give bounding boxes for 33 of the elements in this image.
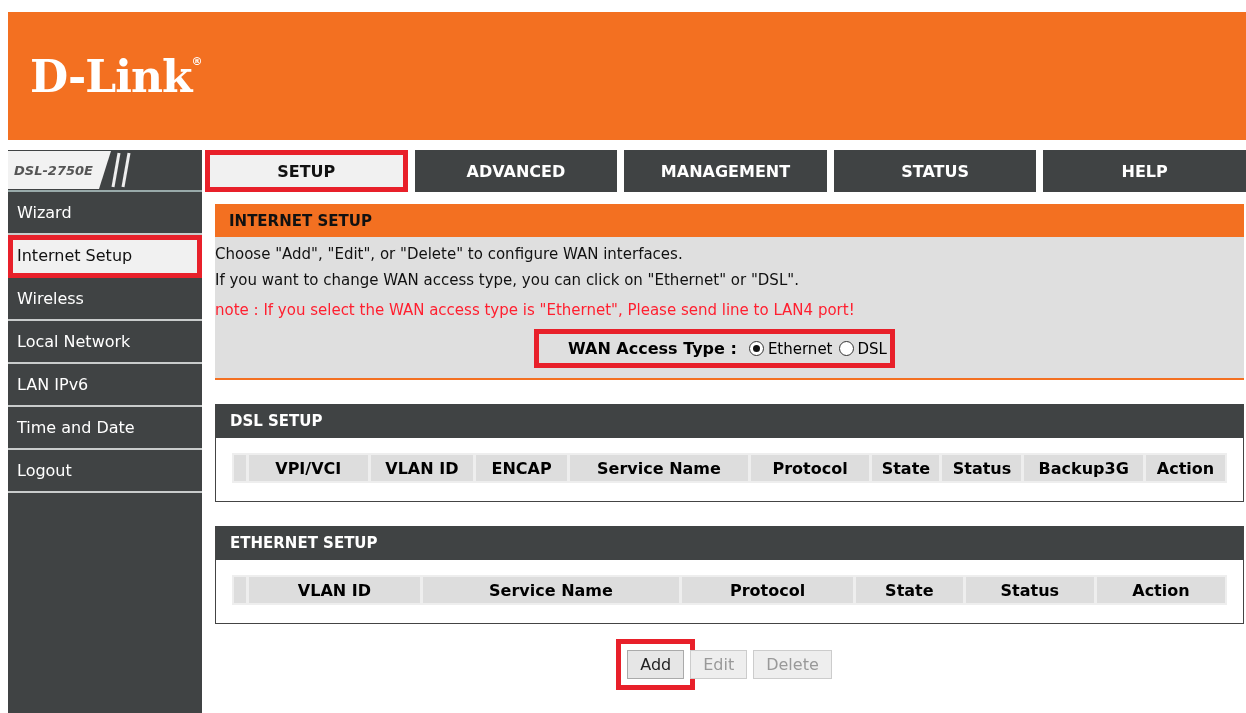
column-header: Status [965,577,1094,603]
column-header: VPI/VCI [249,455,368,481]
nav-tab[interactable]: ADVANCED [414,150,618,192]
nav-tab[interactable]: STATUS [833,150,1037,192]
column-header: Action [1096,577,1225,603]
panel-title: ETHERNET SETUP [216,526,1243,560]
radio-button[interactable] [838,341,854,356]
sidebar-item[interactable]: Internet Setup [8,235,202,278]
column-header: Action [1146,455,1225,481]
column-header: Protocol [750,455,870,481]
column-header: Protocol [682,577,853,603]
nav-tab[interactable]: SETUP [205,150,408,192]
nav-tab[interactable]: MANAGEMENT [624,150,827,192]
column-header: VLAN ID [370,455,474,481]
column-header: VLAN ID [249,577,420,603]
info-text: If you want to change WAN access type, you can click on "Ethernet" or "DSL". [215,271,800,289]
column-header: ENCAP [476,455,568,481]
column-header: Service Name [570,455,748,481]
radio-option[interactable]: Ethernet [748,339,833,358]
column-header: State [872,455,940,481]
column-header: Status [942,455,1022,481]
wan-access-label: WAN Access Type : [568,339,737,358]
column-header: Backup3G [1024,455,1143,481]
brand-logo: D-Link® [30,50,202,102]
section-title: INTERNET SETUP [215,204,1244,237]
info-text: Choose "Add", "Edit", or "Delete" to configure WAN interfaces. [215,245,684,263]
nav-tab[interactable]: HELP [1043,150,1246,192]
column-header: Service Name [422,577,680,603]
column-header: State [855,577,963,603]
radio-option[interactable]: DSL [838,339,887,358]
panel-title: DSL SETUP [216,404,1243,438]
warning-text: note : If you select the WAN access type is "Ethernet", Please send line to LAN4 port! [215,301,856,319]
radio-button[interactable] [748,341,764,356]
